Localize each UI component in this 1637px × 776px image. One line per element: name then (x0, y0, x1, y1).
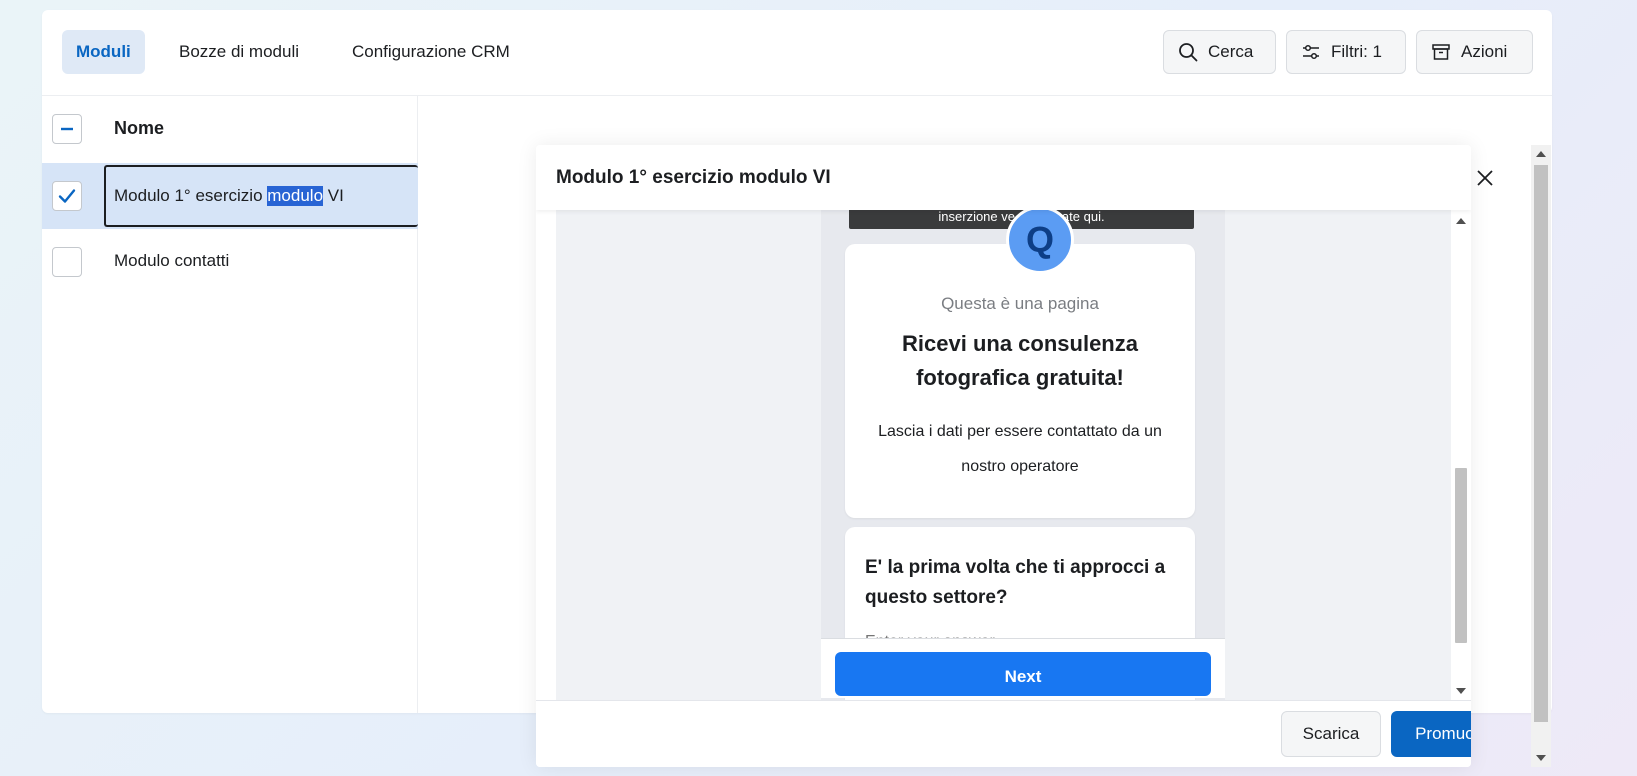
row-name-part: VI (323, 186, 344, 205)
list-header: Nome (42, 96, 418, 163)
tab-bozze-di-moduli[interactable]: Bozze di moduli (165, 30, 313, 74)
modal-title: Modulo 1° esercizio modulo VI (556, 167, 831, 188)
download-button[interactable]: Scarica (1281, 711, 1381, 757)
column-title-nome: Nome (114, 118, 165, 138)
minus-icon (61, 127, 73, 131)
search-button[interactable]: Cerca (1163, 30, 1276, 74)
search-button-label: Cerca (1208, 42, 1254, 61)
tab-moduli[interactable]: Moduli (62, 30, 145, 74)
table-row[interactable]: Modulo contatti (42, 229, 418, 295)
forms-list: Nome Modulo 1° esercizio modulo VI Modul… (42, 96, 418, 713)
actions-button-label: Azioni (1461, 42, 1508, 61)
close-icon (1477, 170, 1493, 186)
mobile-preview: inserzione ve... mostrate qui. Q Questa … (821, 210, 1225, 700)
modal-header: Modulo 1° esercizio modulo VI (536, 145, 1471, 210)
scroll-up-arrow-icon[interactable] (1456, 218, 1466, 224)
next-button[interactable]: Next (835, 652, 1211, 696)
row-name-editor[interactable]: Modulo 1° esercizio modulo VI (104, 165, 418, 227)
row-name-part: Modulo 1° esercizio (114, 186, 268, 205)
form-headline: Ricevi una consulenza fotografica gratui… (902, 331, 1138, 390)
row-name: Modulo contatti (114, 251, 230, 270)
actions-button[interactable]: Azioni (1416, 30, 1533, 74)
form-preview-modal: Modulo 1° esercizio modulo VI inserzione… (536, 145, 1471, 767)
preview-footer: Next (821, 638, 1225, 698)
preview-scrollbar[interactable] (1451, 210, 1471, 700)
modal-scrollbar[interactable] (1531, 145, 1551, 767)
top-bar: Moduli Bozze di moduli Configurazione CR… (42, 10, 1552, 96)
filter-button[interactable]: Filtri: 1 (1286, 30, 1406, 74)
intro-card: Q Questa è una pagina Ricevi una consule… (845, 210, 1195, 518)
row-checkbox[interactable] (52, 247, 82, 277)
scroll-up-arrow-icon[interactable] (1536, 151, 1546, 157)
scroll-down-arrow-icon[interactable] (1456, 688, 1466, 694)
avatar: Q (1006, 210, 1074, 274)
scroll-down-arrow-icon[interactable] (1536, 755, 1546, 761)
form-description: Lascia i dati per essere contattato da u… (878, 423, 1162, 475)
archive-icon (1432, 44, 1450, 60)
tab-configurazione-crm[interactable]: Configurazione CRM (338, 30, 524, 74)
modal-footer: Scarica Promuovi (536, 700, 1471, 767)
select-all-checkbox[interactable] (52, 114, 82, 144)
search-icon (1179, 43, 1198, 62)
selected-text: modulo (267, 186, 324, 206)
check-icon (58, 189, 76, 203)
page-subtitle: Questa è una pagina (941, 294, 1099, 313)
sliders-icon (1303, 44, 1319, 60)
filter-button-label: Filtri: 1 (1331, 42, 1382, 61)
table-row[interactable]: Modulo 1° esercizio modulo VI (42, 163, 418, 229)
question-text: E' la prima volta che ti approcci a ques… (865, 557, 1166, 608)
scroll-thumb[interactable] (1455, 468, 1467, 643)
promote-button[interactable]: Promuovi (1391, 711, 1471, 757)
close-modal-button[interactable] (1469, 162, 1501, 194)
row-checkbox[interactable] (52, 181, 82, 211)
preview-area: inserzione ve... mostrate qui. Q Questa … (556, 210, 1451, 700)
scroll-thumb[interactable] (1534, 165, 1548, 722)
